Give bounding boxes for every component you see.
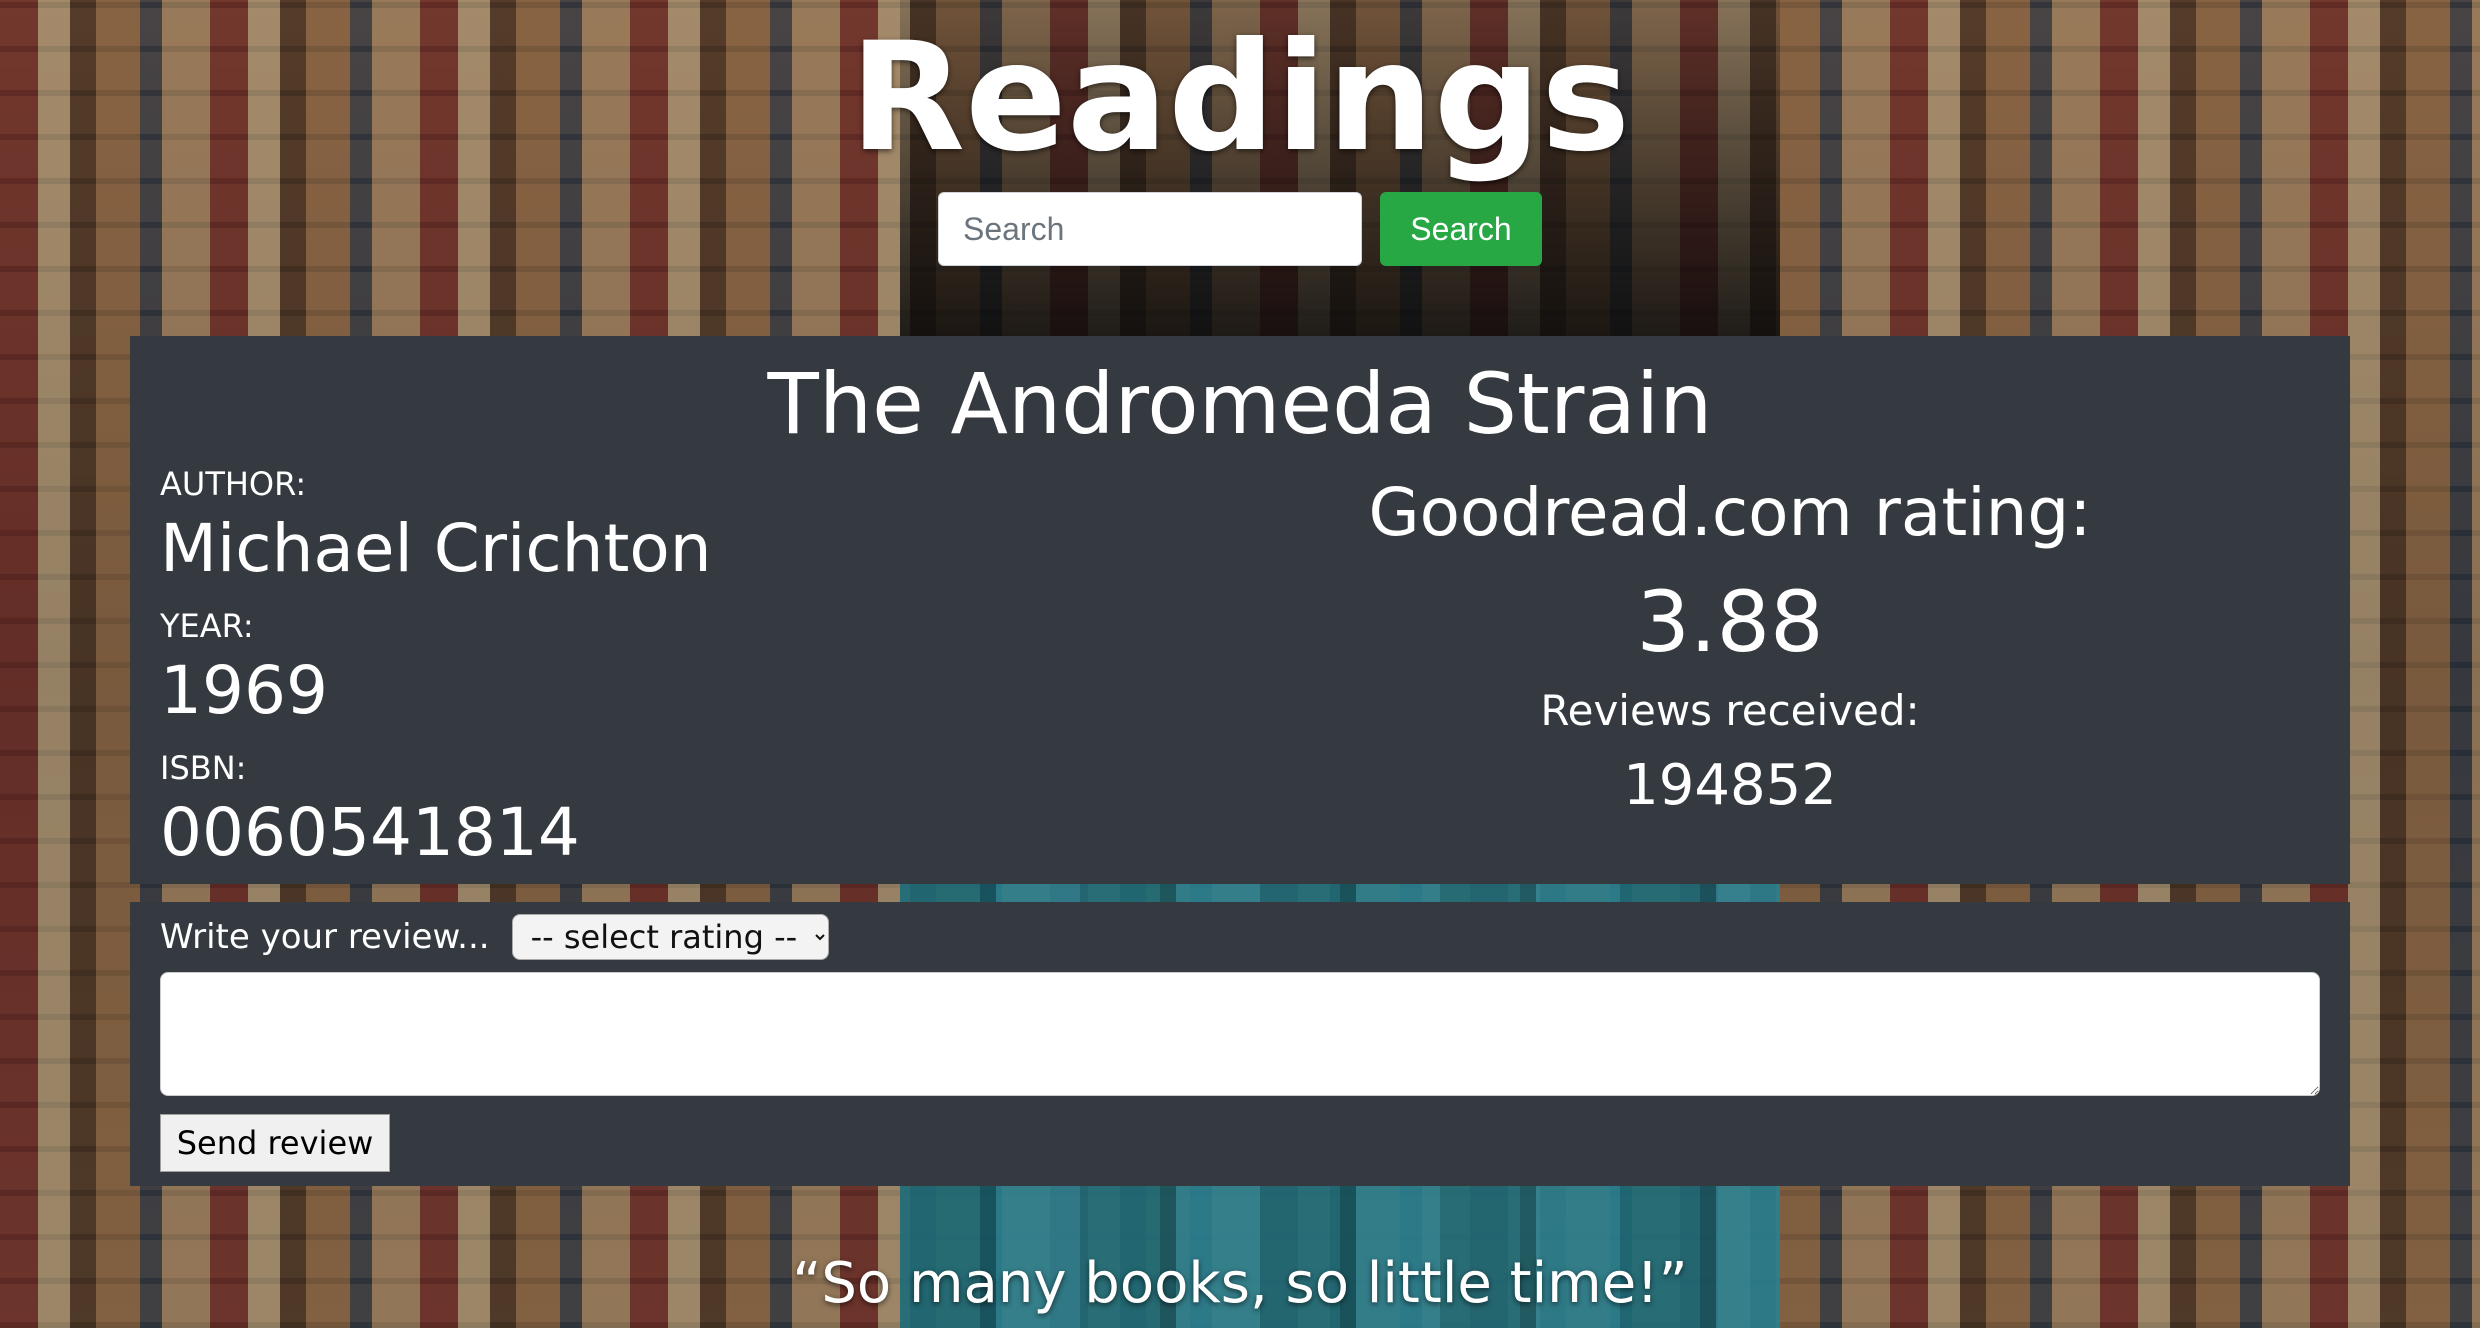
review-form: Write your review... -- select rating --… [130, 902, 2350, 1186]
rating-heading: Goodread.com rating: [1368, 474, 2092, 551]
review-textarea[interactable] [160, 972, 2320, 1096]
search-form: Search [938, 192, 1542, 266]
search-button[interactable]: Search [1380, 192, 1542, 266]
year-value: 1969 [160, 652, 328, 729]
reviews-label: Reviews received: [1540, 686, 1920, 735]
book-meta: AUTHOR: Michael Crichton YEAR: 1969 ISBN… [160, 468, 1160, 894]
site-title: Readings [849, 10, 1631, 185]
rating-select[interactable]: -- select rating -- [511, 914, 829, 960]
book-rating: Goodread.com rating: 3.88 Reviews receiv… [1230, 480, 2230, 814]
send-review-button[interactable]: Send review [160, 1114, 390, 1172]
isbn-label: ISBN: [160, 749, 247, 787]
review-prompt: Write your review... [160, 917, 490, 957]
author-value: Michael Crichton [160, 510, 712, 587]
year-label: YEAR: [160, 607, 254, 645]
isbn-value: 0060541814 [160, 794, 580, 871]
reviews-count: 194852 [1623, 753, 1837, 818]
search-input[interactable] [938, 192, 1362, 266]
author-label: AUTHOR: [160, 465, 307, 503]
review-header-row: Write your review... -- select rating -- [160, 908, 829, 966]
rating-value: 3.88 [1636, 573, 1824, 671]
book-title: The Andromeda Strain [767, 355, 1713, 453]
book-details-card: The Andromeda Strain AUTHOR: Michael Cri… [130, 336, 2350, 884]
footer-quote: “So many books, so little time!” [792, 1251, 1688, 1316]
